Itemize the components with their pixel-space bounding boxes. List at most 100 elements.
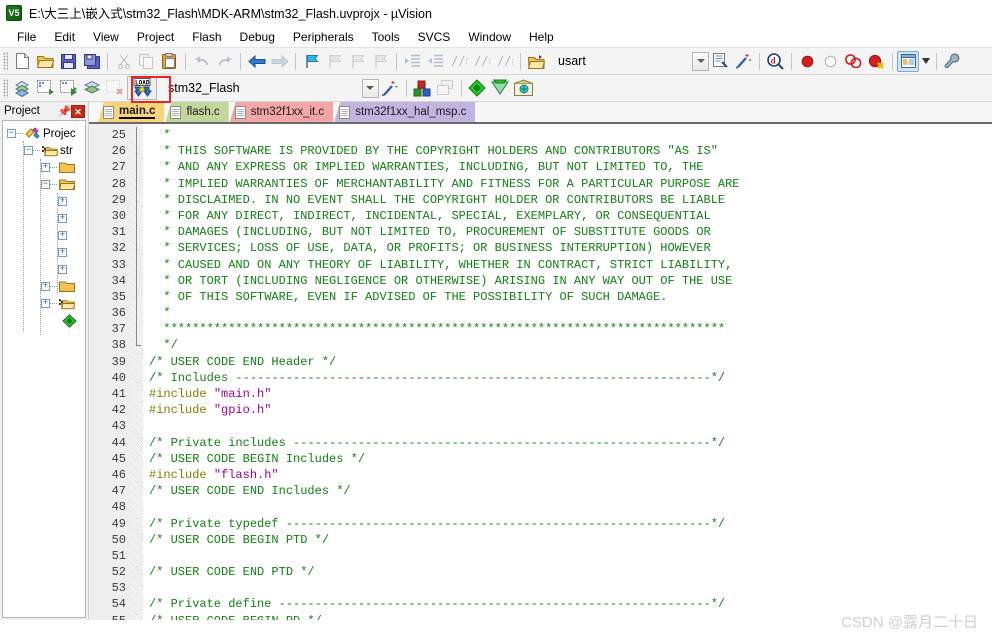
code-line[interactable]: /* USER CODE BEGIN PTD */ bbox=[149, 532, 992, 548]
rebuild-icon[interactable] bbox=[57, 77, 80, 99]
save-all-icon[interactable] bbox=[80, 50, 103, 72]
toolbar-grip[interactable] bbox=[3, 51, 8, 71]
menu-item-project[interactable]: Project bbox=[128, 28, 183, 46]
menu-item-edit[interactable]: Edit bbox=[45, 28, 84, 46]
select-software-packs-icon[interactable] bbox=[489, 77, 512, 99]
code-line[interactable]: * SERVICES; LOSS OF USE, DATA, OR PROFIT… bbox=[149, 240, 992, 256]
menu-item-peripherals[interactable]: Peripherals bbox=[284, 28, 363, 46]
code-line[interactable]: /* Includes ----------------------------… bbox=[149, 370, 992, 386]
translate-icon[interactable] bbox=[11, 77, 34, 99]
tree-expander-icon[interactable]: − bbox=[24, 146, 33, 155]
code-line[interactable]: /* USER CODE END Header */ bbox=[149, 354, 992, 370]
menu-item-flash[interactable]: Flash bbox=[183, 28, 230, 46]
toolbar-grip[interactable] bbox=[3, 78, 8, 98]
close-icon[interactable]: ✕ bbox=[71, 104, 85, 118]
comment-icon[interactable]: //≡ bbox=[447, 50, 470, 72]
code-line[interactable]: ****************************************… bbox=[149, 321, 992, 337]
bookmark-toggle-icon[interactable] bbox=[300, 50, 323, 72]
configure-tools-icon[interactable] bbox=[941, 50, 964, 72]
code-line[interactable]: * CAUSED AND ON ANY THEORY OF LIABILITY,… bbox=[149, 257, 992, 273]
breakpoints-disable-all-icon[interactable] bbox=[842, 50, 865, 72]
tree-expander-icon[interactable]: + bbox=[58, 214, 67, 223]
tree-expander-icon[interactable]: + bbox=[58, 265, 67, 274]
project-tree[interactable]: − Projec − str + − + + + + + + + bbox=[2, 120, 86, 618]
menu-item-view[interactable]: View bbox=[84, 28, 128, 46]
manage-project-items-icon[interactable] bbox=[411, 77, 434, 99]
tree-expander-icon[interactable]: + bbox=[58, 248, 67, 257]
save-icon[interactable] bbox=[57, 50, 80, 72]
open-file-icon[interactable] bbox=[34, 50, 57, 72]
code-line[interactable]: /* USER CODE END Includes */ bbox=[149, 483, 992, 499]
tree-expander-icon[interactable]: − bbox=[41, 180, 50, 189]
menu-item-file[interactable]: File bbox=[8, 28, 45, 46]
configuration-wizard-icon[interactable] bbox=[732, 50, 755, 72]
stop-build-icon[interactable] bbox=[103, 77, 126, 99]
menu-item-tools[interactable]: Tools bbox=[363, 28, 409, 46]
code-line[interactable]: /* Private define ----------------------… bbox=[149, 596, 992, 612]
tree-node-group[interactable]: + bbox=[3, 159, 85, 176]
code-line[interactable]: * OR TORT (INCLUDING NEGLIGENCE OR OTHER… bbox=[149, 273, 992, 289]
code-line[interactable]: * DAMAGES (INCLUDING, BUT NOT LIMITED TO… bbox=[149, 224, 992, 240]
find-in-files-icon[interactable] bbox=[709, 50, 732, 72]
new-file-icon[interactable] bbox=[11, 50, 34, 72]
menu-item-debug[interactable]: Debug bbox=[231, 28, 284, 46]
code-line[interactable]: * IMPLIED WARRANTIES OF MERCHANTABILITY … bbox=[149, 176, 992, 192]
manage-windows-dropdown-arrow-icon[interactable] bbox=[919, 50, 932, 72]
code-line[interactable]: /* USER CODE BEGIN PD */ bbox=[149, 613, 992, 620]
tree-node-group[interactable]: − bbox=[3, 176, 85, 193]
build-icon[interactable] bbox=[34, 77, 57, 99]
paste-icon[interactable] bbox=[158, 50, 181, 72]
tree-node-file[interactable]: + bbox=[3, 244, 85, 261]
uncomment-icon[interactable]: //≢ bbox=[470, 50, 493, 72]
download-load-button[interactable]: LOAD bbox=[127, 76, 157, 100]
code-line[interactable]: * AND ANY EXPRESS OR IMPLIED WARRANTIES,… bbox=[149, 159, 992, 175]
code-line[interactable]: /* Private includes --------------------… bbox=[149, 435, 992, 451]
search-input[interactable] bbox=[556, 53, 692, 69]
indent-right-icon[interactable] bbox=[401, 50, 424, 72]
tree-expander-icon[interactable]: + bbox=[58, 197, 67, 206]
breakpoints-kill-all-icon[interactable] bbox=[865, 50, 888, 72]
tree-expander-icon[interactable]: − bbox=[7, 129, 16, 138]
search-dropdown-arrow-icon[interactable] bbox=[692, 51, 709, 71]
tree-node-file[interactable]: + bbox=[3, 227, 85, 244]
code-line[interactable]: * bbox=[149, 305, 992, 321]
code-line[interactable]: #include "flash.h" bbox=[149, 467, 992, 483]
code-folding-bar[interactable] bbox=[131, 124, 143, 620]
tree-node-target[interactable]: − str bbox=[3, 142, 85, 159]
tree-node-file[interactable]: + bbox=[3, 210, 85, 227]
browse-symbol-icon[interactable]: d bbox=[764, 50, 787, 72]
manage-windows-icon[interactable] bbox=[897, 50, 919, 72]
code-line[interactable]: #include "gpio.h" bbox=[149, 402, 992, 418]
code-line[interactable] bbox=[149, 548, 992, 564]
tree-node-group[interactable]: + bbox=[3, 295, 85, 312]
manage-run-time-env-icon[interactable] bbox=[466, 77, 489, 99]
code-line[interactable]: /* USER CODE END PTD */ bbox=[149, 564, 992, 580]
code-text[interactable]: * * THIS SOFTWARE IS PROVIDED BY THE COP… bbox=[143, 124, 992, 620]
bookmark-prev-icon[interactable] bbox=[323, 50, 346, 72]
bookmark-clear-icon[interactable] bbox=[369, 50, 392, 72]
manage-multi-project-icon[interactable] bbox=[434, 77, 457, 99]
breakpoint-icon[interactable] bbox=[796, 50, 819, 72]
menu-item-svcs[interactable]: SVCS bbox=[409, 28, 460, 46]
code-line[interactable]: #include "main.h" bbox=[149, 386, 992, 402]
code-view[interactable]: 25 26 27 28 29 30 31 32 33 34 35 36 37 38 39 40 41 42 43 44… bbox=[89, 124, 992, 620]
code-line[interactable] bbox=[149, 580, 992, 596]
tree-node-project-root[interactable]: − Projec bbox=[3, 125, 85, 142]
target-dropdown-arrow-icon[interactable] bbox=[361, 78, 379, 98]
pin-icon[interactable]: 📌 bbox=[58, 104, 72, 118]
menu-item-window[interactable]: Window bbox=[459, 28, 520, 46]
code-line[interactable]: * THIS SOFTWARE IS PROVIDED BY THE COPYR… bbox=[149, 143, 992, 159]
undo-icon[interactable] bbox=[190, 50, 213, 72]
tree-node-group[interactable]: + bbox=[3, 278, 85, 295]
editor-tab-stm32f1xx-hal-msp-c[interactable]: stm32f1xx_hal_msp.c bbox=[334, 102, 476, 122]
batch-build-icon[interactable] bbox=[80, 77, 103, 99]
menu-item-help[interactable]: Help bbox=[520, 28, 563, 46]
code-line[interactable]: * FOR ANY DIRECT, INDIRECT, INCIDENTAL, … bbox=[149, 208, 992, 224]
cut-icon[interactable] bbox=[112, 50, 135, 72]
pack-installer-icon[interactable] bbox=[512, 77, 535, 99]
redo-icon[interactable] bbox=[213, 50, 236, 72]
navigate-back-icon[interactable] bbox=[245, 50, 268, 72]
editor-tab-main-c[interactable]: main.c bbox=[98, 102, 165, 122]
tree-expander-icon[interactable]: + bbox=[58, 231, 67, 240]
tree-node-cmsis[interactable] bbox=[3, 312, 85, 329]
